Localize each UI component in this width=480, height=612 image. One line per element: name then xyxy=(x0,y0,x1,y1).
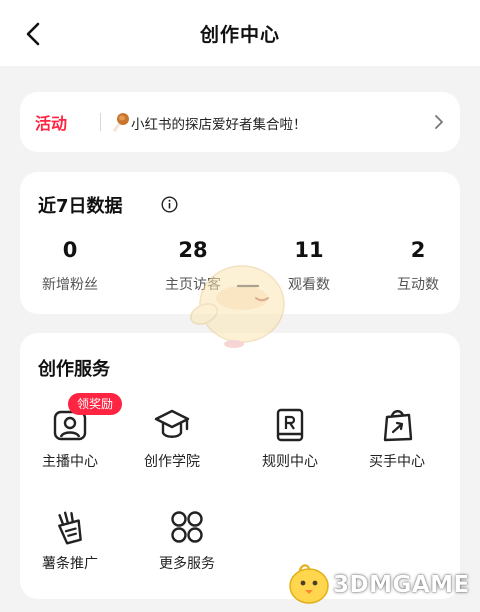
reward-badge[interactable]: 领奖励 xyxy=(68,393,123,415)
service-fries-promotion[interactable]: 薯条推广 xyxy=(20,509,120,573)
drumstick-icon xyxy=(113,113,129,132)
banner-divider xyxy=(100,113,101,131)
chevron-right-icon xyxy=(435,115,443,129)
stat-label: 新增粉丝 xyxy=(42,277,98,293)
service-creator-academy[interactable]: 创作学院 xyxy=(122,407,222,471)
stat-value: 2 xyxy=(410,238,426,262)
service-label: 主播中心 xyxy=(42,454,98,470)
activity-tag: 活动 xyxy=(35,114,68,133)
shopping-bag-icon xyxy=(383,410,413,442)
stat-label: 互动数 xyxy=(397,277,439,293)
info-icon[interactable] xyxy=(161,196,178,213)
rules-book-icon xyxy=(276,408,304,442)
service-more[interactable]: 更多服务 xyxy=(137,509,237,573)
service-host-center[interactable]: 主播中心 xyxy=(20,407,120,471)
service-buyer-center[interactable]: 买手中心 xyxy=(347,407,447,471)
stats-title: 近7日数据 xyxy=(38,196,123,217)
stat-new-followers[interactable]: 0 新增粉丝 xyxy=(25,238,115,294)
graduation-cap-icon xyxy=(154,409,190,438)
stat-interactions[interactable]: 2 互动数 xyxy=(373,238,463,294)
service-label: 薯条推广 xyxy=(42,556,98,572)
top-bar: 创作中心 xyxy=(0,0,480,66)
fries-promo-icon xyxy=(58,511,82,545)
service-label: 规则中心 xyxy=(262,454,318,470)
creation-services-card: 创作服务 主播中心 领奖励 创作学院 规则中心 买手中心 薯条推广 更多服务 xyxy=(20,333,460,599)
watermark-text: 3DMGAME xyxy=(333,572,470,598)
service-label: 更多服务 xyxy=(159,556,215,572)
page-title: 创作中心 xyxy=(199,24,280,46)
stat-value: 0 xyxy=(62,238,78,262)
service-label: 买手中心 xyxy=(369,454,425,470)
activity-banner[interactable]: 活动 小红书的探店爱好者集合啦！ xyxy=(20,92,460,152)
service-label: 创作学院 xyxy=(144,454,200,470)
service-rules-center[interactable]: 规则中心 xyxy=(240,407,340,471)
activity-text: 小红书的探店爱好者集合啦！ xyxy=(131,117,307,133)
chick-mascot-icon xyxy=(289,564,329,604)
more-grid-icon xyxy=(171,511,203,543)
mascot-watermark-icon xyxy=(190,265,285,348)
services-title: 创作服务 xyxy=(38,359,110,380)
